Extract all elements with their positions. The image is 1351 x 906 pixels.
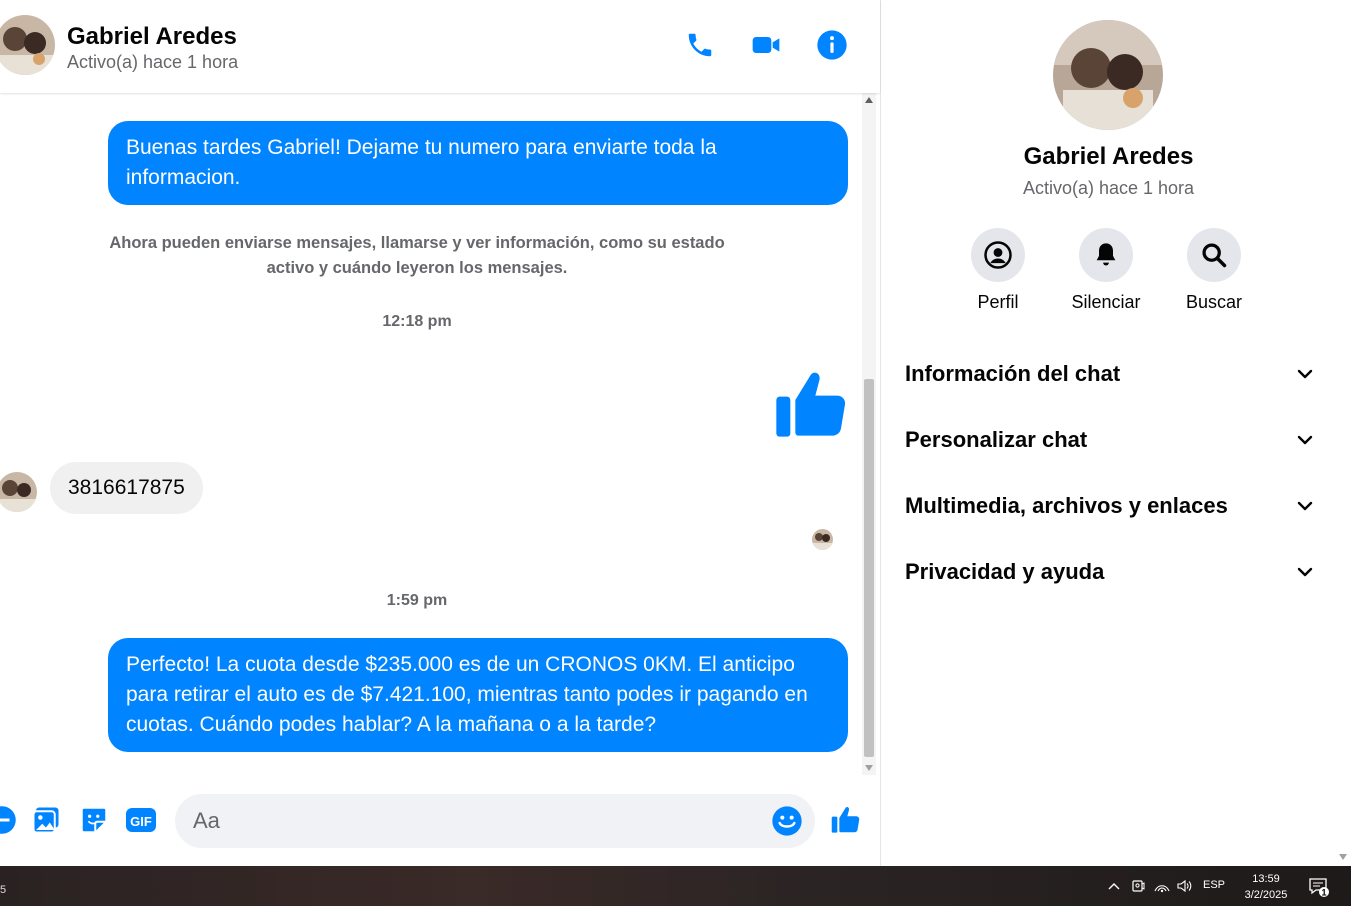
outgoing-message[interactable]: Perfecto! La cuota desde $235.000 es de … xyxy=(108,638,848,752)
search-action[interactable]: Buscar xyxy=(1159,228,1269,313)
scroll-down-arrow[interactable] xyxy=(862,761,876,775)
message-timestamp: 1:59 pm xyxy=(386,592,448,609)
section-label: Información del chat xyxy=(905,361,1121,386)
show-hidden-icons-button[interactable] xyxy=(1106,878,1122,894)
mute-action[interactable]: Silenciar xyxy=(1051,228,1161,313)
triangle-up-icon xyxy=(865,97,873,103)
message-input-wrapper xyxy=(175,794,815,848)
chevron-up-icon xyxy=(1108,883,1120,890)
speaker-icon xyxy=(1177,879,1192,893)
plus-icon xyxy=(0,806,16,834)
contact-avatar-large[interactable] xyxy=(1053,20,1163,130)
video-icon xyxy=(752,37,780,53)
like-icon xyxy=(831,807,860,833)
contact-avatar-small[interactable] xyxy=(0,472,37,512)
wifi-icon xyxy=(1154,885,1170,893)
notification-center-button[interactable]: 1 xyxy=(1308,876,1330,898)
notification-count: 1 xyxy=(1321,887,1326,897)
volume-button[interactable] xyxy=(1177,878,1193,894)
gif-label: GIF xyxy=(130,814,152,829)
section-label: Privacidad y ayuda xyxy=(905,559,1105,584)
conversation-info-button[interactable] xyxy=(815,28,849,62)
chevron-down-icon xyxy=(1297,369,1313,379)
section-label: Personalizar chat xyxy=(905,427,1088,452)
profile-icon xyxy=(984,241,1012,269)
seen-indicator-avatar xyxy=(812,529,833,550)
messenger-window: Gabriel Aredes Activo(a) hace 1 hora Bue… xyxy=(0,0,1351,906)
chevron-down-icon xyxy=(1297,435,1313,445)
call-button[interactable] xyxy=(683,28,717,62)
contact-avatar[interactable] xyxy=(0,15,55,75)
section-customize-chat[interactable]: Personalizar chat xyxy=(905,420,1315,460)
emoji-button[interactable] xyxy=(771,805,803,837)
taskbar-badge: 5 xyxy=(0,884,7,896)
incoming-message[interactable]: 3816617875 xyxy=(50,462,203,514)
gif-button[interactable]: GIF xyxy=(125,804,157,836)
input-language[interactable]: ESP xyxy=(1203,879,1225,891)
gif-icon: GIF xyxy=(126,808,156,832)
scroll-thumb[interactable] xyxy=(864,379,874,757)
conversation-details-panel: Gabriel Aredes Activo(a) hace 1 hora Per… xyxy=(880,0,1335,866)
chevron-down-icon xyxy=(1297,501,1313,511)
clock-date: 3/2/2025 xyxy=(1244,889,1288,901)
triangle-down-icon xyxy=(865,765,873,771)
system-clock[interactable]: 13:59 3/2/2025 xyxy=(1238,871,1294,903)
send-like-button[interactable] xyxy=(830,804,862,836)
message-composer: GIF xyxy=(0,775,880,866)
sticker-icon xyxy=(82,808,106,832)
panel-contact-name: Gabriel Aredes xyxy=(1023,143,1194,170)
video-call-button[interactable] xyxy=(749,28,783,62)
mute-action-label: Silenciar xyxy=(1071,292,1141,312)
message-list[interactable]: Buenas tardes Gabriel! Dejame tu numero … xyxy=(0,93,862,775)
panel-scrollbar[interactable] xyxy=(1335,0,1351,866)
like-sticker[interactable] xyxy=(772,365,852,445)
chat-header: Gabriel Aredes Activo(a) hace 1 hora xyxy=(0,0,880,93)
section-media-files-links[interactable]: Multimedia, archivos y enlaces xyxy=(905,486,1315,526)
info-icon xyxy=(817,30,847,60)
clock-time: 13:59 xyxy=(1252,873,1280,885)
emoji-icon xyxy=(772,806,802,836)
notification-icon: 1 xyxy=(1309,878,1329,897)
section-label: Multimedia, archivos y enlaces xyxy=(905,493,1228,518)
message-scrollbar[interactable] xyxy=(862,93,876,775)
section-chat-info[interactable]: Información del chat xyxy=(905,354,1315,394)
section-privacy-help[interactable]: Privacidad y ayuda xyxy=(905,552,1315,592)
outgoing-message[interactable]: Buenas tardes Gabriel! Dejame tu numero … xyxy=(108,121,848,205)
triangle-down-icon xyxy=(1339,854,1347,860)
phone-icon xyxy=(688,33,712,57)
scroll-up-arrow[interactable] xyxy=(862,93,876,107)
monitor-icon xyxy=(1132,880,1145,892)
chevron-down-icon xyxy=(1297,567,1313,577)
search-icon xyxy=(1202,243,1227,268)
system-note: Ahora pueden enviarse mensajes, llamarse… xyxy=(109,234,725,277)
message-input[interactable] xyxy=(193,794,763,848)
attach-image-button[interactable] xyxy=(30,804,62,836)
thumbs-up-icon xyxy=(776,372,846,437)
bell-icon xyxy=(1096,243,1116,266)
panel-contact-status: Activo(a) hace 1 hora xyxy=(1022,178,1195,198)
contact-status: Activo(a) hace 1 hora xyxy=(67,52,239,72)
search-action-label: Buscar xyxy=(1185,292,1243,312)
sticker-button[interactable] xyxy=(78,804,110,836)
profile-action[interactable]: Perfil xyxy=(943,228,1053,313)
windows-taskbar: 5 ESP 13:59 3/2/2025 1 xyxy=(0,866,1351,906)
message-timestamp: 12:18 pm xyxy=(382,313,452,330)
network-button[interactable] xyxy=(1154,878,1170,894)
contact-name[interactable]: Gabriel Aredes xyxy=(67,23,237,51)
profile-action-label: Perfil xyxy=(977,292,1019,312)
meet-now-button[interactable] xyxy=(1130,878,1146,894)
image-icon xyxy=(32,807,59,834)
more-actions-button[interactable] xyxy=(0,804,18,836)
